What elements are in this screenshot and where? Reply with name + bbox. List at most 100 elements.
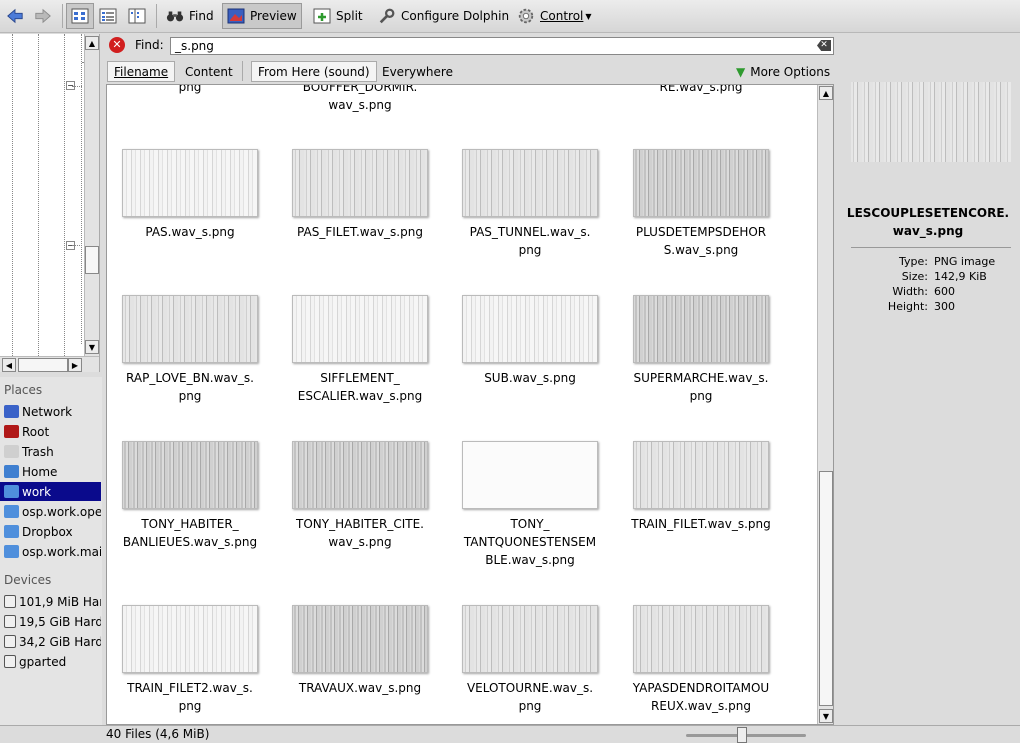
place-item[interactable]: Dropbox [0,522,101,541]
file-item[interactable]: YAPASDENDROITAMOU REUX.wav_s.png [616,605,786,715]
scroll-right-arrow[interactable]: ▶ [68,358,82,372]
device-label: 101,9 MiB Har [19,594,101,609]
file-thumbnail [462,295,598,363]
folder-icon [4,525,19,538]
file-item[interactable]: TRAIN_FILET.wav_s.png [616,441,786,533]
scroll-up-arrow[interactable]: ▲ [819,86,833,100]
chevron-down-icon: ▼ [585,11,592,21]
file-item[interactable]: TONY_ TANTQUONESTENSEM BLE.wav_s.png [445,441,615,569]
split-button[interactable]: Split [309,3,367,29]
configure-dolphin-button[interactable]: Configure Dolphin [374,3,513,29]
place-item[interactable]: work [0,482,101,501]
toolbar: Find Preview Split Configure Dolphin Con… [0,0,1020,33]
search-input[interactable]: _s.png [170,37,834,55]
folder-tree[interactable]: − − ▲ ▼ ◀ ▶ [0,34,100,372]
file-item[interactable]: RE.wav_s.png [616,85,786,96]
control-button[interactable]: Control ▼ [513,3,596,29]
file-item[interactable]: PAS_TUNNEL.wav_s. png [445,149,615,259]
option-from-here-label: From Here (sound) [258,64,370,79]
file-name: TONY_HABITER_CITE. wav_s.png [296,517,424,549]
preview-file-name: LESCOUPLESETENCORE. wav_s.png [846,206,1010,238]
file-item[interactable]: TRAVAUX.wav_s.png [275,605,445,697]
tree-scroll-thumb[interactable] [85,246,99,274]
file-view-scrollbar[interactable]: ▲ ▼ [817,85,833,724]
option-content[interactable]: Content [179,61,239,82]
find-field-label: Find: [135,38,164,52]
scroll-down-arrow[interactable]: ▼ [819,709,833,723]
more-options-label: More Options [750,64,831,79]
file-item[interactable]: BOUFFER_DORMIR. wav_s.png [275,85,445,114]
file-item[interactable]: TONY_HABITER_CITE. wav_s.png [275,441,445,551]
forward-button[interactable] [30,3,56,29]
file-item[interactable]: png [107,85,275,96]
place-label: Dropbox [22,524,73,539]
file-thumbnail [462,605,598,673]
device-item[interactable]: 34,2 GiB Hard [0,632,101,651]
back-button[interactable] [2,3,28,29]
file-item[interactable]: PAS_FILET.wav_s.png [275,149,445,241]
place-item[interactable]: Root [0,422,101,441]
file-thumbnail [633,441,769,509]
place-item[interactable]: osp.work.mais [0,542,101,561]
file-item[interactable]: SIFFLEMENT_ ESCALIER.wav_s.png [275,295,445,405]
device-label: gparted [19,654,67,669]
place-item[interactable]: Trash [0,442,101,461]
file-name: TRAIN_FILET.wav_s.png [631,517,771,531]
close-icon[interactable]: ✕ [109,37,125,53]
place-label: osp.work.mais [22,544,101,559]
configure-dolphin-label: Configure Dolphin [401,9,510,23]
file-view[interactable]: png BOUFFER_DORMIR. wav_s.png RE.wav_s.png… [106,84,834,725]
file-thumbnail [462,441,598,509]
file-thumbnail [122,441,258,509]
hard-drive-icon [4,635,16,648]
place-item[interactable]: osp.work.oper [0,502,101,521]
place-label: work [22,484,52,499]
scroll-down-arrow[interactable]: ▼ [85,340,99,354]
tree-scrollbar[interactable]: ▲ ▼ [84,34,99,356]
control-label: Control [540,9,584,23]
folder-icon [4,485,19,498]
preview-thumbnail [851,82,1011,162]
tree-hscrollbar[interactable]: ◀ ▶ [0,356,99,372]
meta-row: Height: 300 [842,300,1020,315]
option-everywhere[interactable]: Everywhere [376,61,459,82]
icons-view-button[interactable] [66,3,94,29]
file-item[interactable]: RAP_LOVE_BN.wav_s. png [107,295,275,405]
device-item[interactable]: 101,9 MiB Har [0,592,101,611]
file-item[interactable]: PAS.wav_s.png [107,149,275,241]
tree-hscroll-thumb[interactable] [18,358,68,372]
option-filename[interactable]: Filename [107,61,176,82]
columns-view-button[interactable] [124,3,150,29]
place-item[interactable]: Home [0,462,101,481]
device-label: 19,5 GiB Hard [19,614,101,629]
zoom-slider-handle[interactable] [737,727,747,743]
place-item[interactable]: Network [0,402,101,421]
file-view-scroll-thumb[interactable] [819,471,833,706]
file-name: VELOTOURNE.wav_s. png [466,681,594,713]
file-thumbnail [292,605,428,673]
details-view-button[interactable] [95,3,121,29]
split-label: Split [336,9,363,23]
find-button[interactable]: Find [162,3,218,29]
hard-drive-icon [4,655,16,668]
scroll-up-arrow[interactable]: ▲ [85,36,99,50]
device-item[interactable]: 19,5 GiB Hard [0,612,101,631]
file-item[interactable]: PLUSDETEMPSDEHOR S.wav_s.png [616,149,786,259]
file-item[interactable]: TONY_HABITER_ BANLIEUES.wav_s.png [107,441,275,551]
more-options-button[interactable]: ▼ More Options [730,61,836,82]
option-everywhere-label: Everywhere [382,64,453,79]
option-from-here[interactable]: From Here (sound) [251,61,377,82]
file-name: SUPERMARCHE.wav_s. png [633,371,769,403]
file-thumbnail [292,295,428,363]
meta-key: Type: [899,255,928,268]
file-item[interactable]: VELOTOURNE.wav_s. png [445,605,615,715]
device-item[interactable]: gparted [0,652,101,671]
file-item[interactable]: SUB.wav_s.png [445,295,615,387]
file-item[interactable]: SUPERMARCHE.wav_s. png [616,295,786,405]
information-panel: LESCOUPLESETENCORE. wav_s.png Type: PNG i… [842,33,1020,723]
preview-button[interactable]: Preview [222,3,302,29]
file-item[interactable]: TRAIN_FILET2.wav_s. png [107,605,275,715]
scroll-left-arrow[interactable]: ◀ [2,358,16,372]
place-label: Network [22,404,73,419]
meta-value: 142,9 KiB [934,270,987,283]
